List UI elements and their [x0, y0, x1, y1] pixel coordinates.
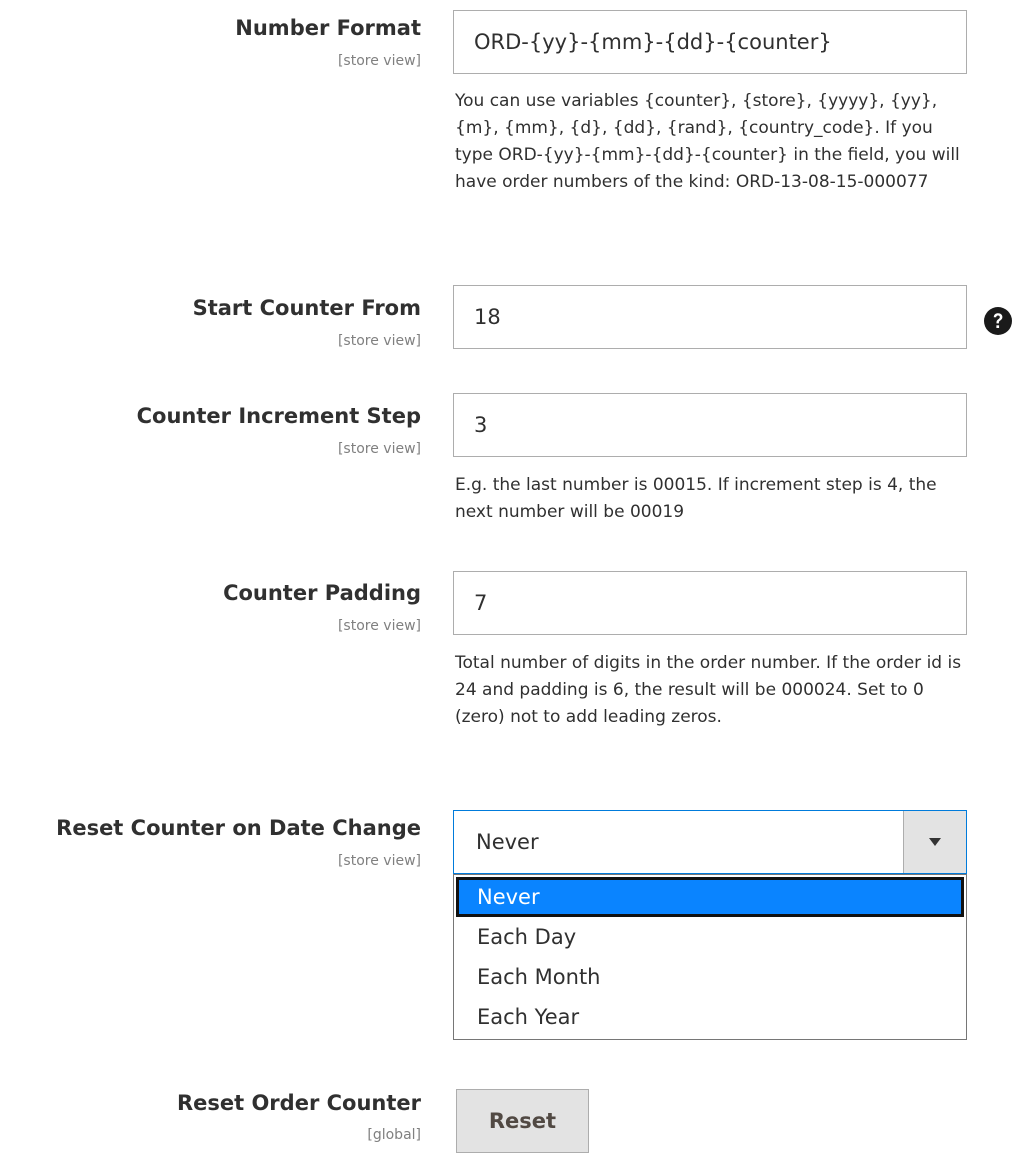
- increment-step-label: Counter Increment Step: [136, 404, 421, 428]
- question-circle-icon[interactable]: [983, 306, 1013, 336]
- reset-on-date-select[interactable]: Never: [453, 810, 967, 874]
- reset-on-date-toggle[interactable]: [903, 811, 966, 873]
- reset-counter-label: Reset Order Counter: [176, 1091, 421, 1115]
- counter-padding-note: Total number of digits in the order numb…: [455, 653, 962, 727]
- option-never[interactable]: Never: [456, 877, 964, 917]
- number-format-note: You can use variables {counter}, {store}…: [455, 91, 960, 192]
- option-each-day[interactable]: Each Day: [456, 918, 964, 958]
- reset-on-date-selected-value: Never: [476, 830, 539, 854]
- reset-counter-scope: [global]: [367, 1127, 421, 1143]
- option-each-month[interactable]: Each Month: [456, 958, 964, 998]
- increment-step-input[interactable]: [453, 393, 967, 457]
- reset-on-date-scope: [store view]: [337, 853, 421, 869]
- start-counter-input[interactable]: [453, 285, 967, 349]
- caret-down-icon: [929, 838, 941, 846]
- reset-on-date-label: Reset Counter on Date Change: [56, 816, 421, 840]
- counter-padding-input[interactable]: [453, 571, 967, 635]
- number-format-input[interactable]: [453, 10, 967, 74]
- reset-on-date-dropdown: Never Each Day Each Month Each Year: [453, 874, 967, 1040]
- number-format-label: Number Format: [235, 16, 421, 40]
- counter-padding-scope: [store view]: [337, 618, 421, 634]
- increment-step-note: E.g. the last number is 00015. If increm…: [455, 475, 937, 522]
- counter-padding-label: Counter Padding: [223, 581, 421, 605]
- reset-button[interactable]: Reset: [456, 1089, 589, 1153]
- increment-step-scope: [store view]: [337, 441, 421, 457]
- start-counter-scope: [store view]: [337, 333, 421, 349]
- option-each-year[interactable]: Each Year: [456, 998, 964, 1038]
- number-format-scope: [store view]: [337, 53, 421, 69]
- start-counter-label: Start Counter From: [192, 296, 421, 320]
